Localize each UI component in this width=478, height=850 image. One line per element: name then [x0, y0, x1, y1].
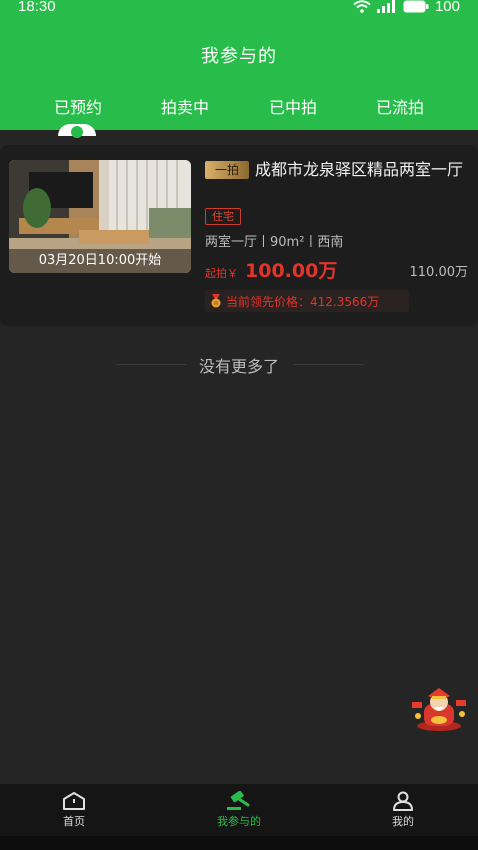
nav-participated[interactable]: 我参与的	[179, 784, 299, 836]
property-type-tag: 住宅	[205, 208, 241, 225]
nav-home[interactable]: 首页	[14, 784, 134, 836]
user-icon	[393, 791, 413, 811]
active-tab-dot	[71, 126, 83, 138]
wifi-icon	[353, 0, 371, 13]
assessed-price: 110.00万	[409, 265, 469, 280]
battery-level: 100	[434, 0, 460, 15]
tab-auctioning[interactable]: 拍卖中	[135, 94, 235, 118]
listing-title[interactable]: 成都市龙泉驿区精品两室一厅	[205, 158, 465, 181]
tab-reserved[interactable]: 已预约	[28, 94, 128, 118]
bottom-nav: 首页 我参与的 我的	[0, 784, 478, 836]
header: 18:30 100 我参与的 已预约 拍卖中 已中拍 已流拍	[0, 0, 478, 130]
status-icons: 100	[353, 0, 460, 15]
home-icon	[63, 792, 85, 810]
nav-home-label: 首页	[63, 815, 85, 828]
fortune-god-icon[interactable]	[408, 688, 470, 732]
leading-price: 当前领先价格：412.3566万	[226, 295, 380, 309]
nav-mine-label: 我的	[392, 815, 414, 828]
no-more-text: 没有更多了	[198, 357, 279, 376]
gavel-icon	[227, 791, 250, 810]
tab-failed[interactable]: 已流拍	[350, 94, 450, 118]
start-price: 100.00万	[245, 260, 338, 282]
tab-won[interactable]: 已中拍	[243, 94, 343, 118]
signal-icon	[376, 0, 395, 13]
status-bar: 18:30 100	[0, 0, 478, 16]
start-price-label: 起拍￥	[205, 267, 238, 280]
system-nav-bar	[0, 836, 478, 850]
divider-right	[294, 364, 364, 365]
status-time: 18:30	[18, 0, 56, 15]
nav-participated-label: 我参与的	[217, 815, 261, 828]
battery-icon	[403, 0, 429, 13]
listing-specs: 两室一厅丨90m²丨西南	[205, 235, 344, 250]
medal-icon	[211, 294, 221, 308]
listing-thumbnail[interactable]: 03月20日10:00开始	[9, 160, 191, 273]
nav-mine[interactable]: 我的	[343, 784, 463, 836]
page-title: 我参与的	[201, 46, 277, 67]
auction-start-time: 03月20日10:00开始	[9, 249, 191, 273]
